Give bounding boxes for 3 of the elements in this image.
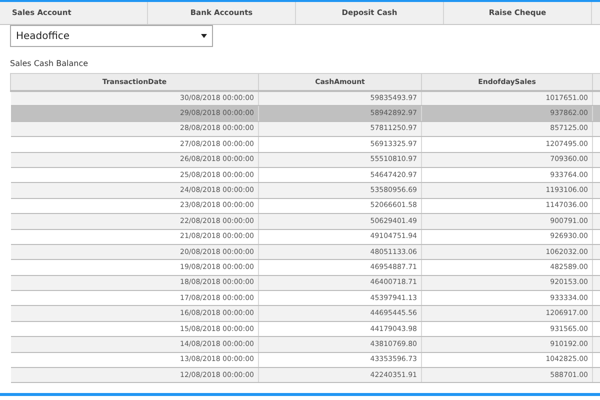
caret-icon xyxy=(201,34,207,38)
section-title: Sales Cash Balance xyxy=(10,58,90,70)
branch-dropdown[interactable]: Headoffice xyxy=(10,25,213,47)
